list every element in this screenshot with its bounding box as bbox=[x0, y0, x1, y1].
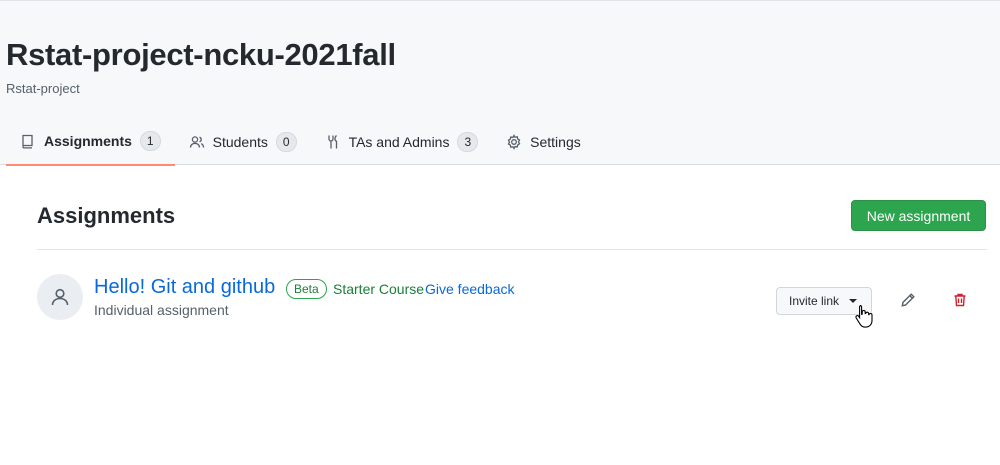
tab-settings[interactable]: Settings bbox=[492, 122, 595, 162]
pencil-icon bbox=[901, 293, 915, 307]
tab-label: TAs and Admins bbox=[348, 134, 450, 150]
delete-button[interactable] bbox=[951, 291, 969, 309]
tab-label: Settings bbox=[530, 134, 581, 150]
page-title: Rstat-project-ncku-2021fall bbox=[6, 37, 396, 72]
tab-counter: 1 bbox=[139, 131, 161, 151]
tab-nav: Assignments 1 Students 0 TAs and Admins … bbox=[6, 122, 595, 166]
divider bbox=[37, 249, 987, 250]
hand-cursor-icon bbox=[855, 304, 873, 328]
assignment-type: Individual assignment bbox=[94, 302, 229, 318]
tab-label: Students bbox=[212, 134, 268, 150]
page-header: Rstat-project-ncku-2021fall Rstat-projec… bbox=[0, 0, 1000, 166]
give-feedback-link[interactable]: Give feedback bbox=[425, 281, 515, 297]
trash-icon bbox=[954, 293, 966, 307]
starter-course-label: Starter Course bbox=[333, 281, 425, 297]
new-assignment-button[interactable]: New assignment bbox=[851, 200, 986, 231]
org-subtitle: Rstat-project bbox=[6, 81, 80, 96]
assignment-title-link[interactable]: Hello! Git and github bbox=[94, 276, 275, 299]
assignment-avatar bbox=[37, 274, 83, 320]
tools-icon bbox=[325, 134, 341, 150]
people-icon bbox=[189, 134, 205, 150]
tab-counter: 0 bbox=[275, 132, 297, 152]
section-title: Assignments bbox=[37, 203, 176, 228]
edit-button[interactable] bbox=[899, 291, 917, 309]
book-icon bbox=[20, 133, 36, 149]
tab-tas-and-admins[interactable]: TAs and Admins 3 bbox=[311, 122, 493, 162]
tab-counter: 3 bbox=[457, 132, 479, 152]
gear-icon bbox=[506, 134, 522, 150]
beta-badge: Beta bbox=[286, 279, 327, 299]
person-icon bbox=[51, 288, 69, 306]
invite-link-label: Invite link bbox=[789, 294, 840, 308]
tab-assignments[interactable]: Assignments 1 bbox=[6, 122, 175, 166]
tab-label: Assignments bbox=[44, 133, 132, 149]
tab-students[interactable]: Students 0 bbox=[175, 122, 311, 162]
